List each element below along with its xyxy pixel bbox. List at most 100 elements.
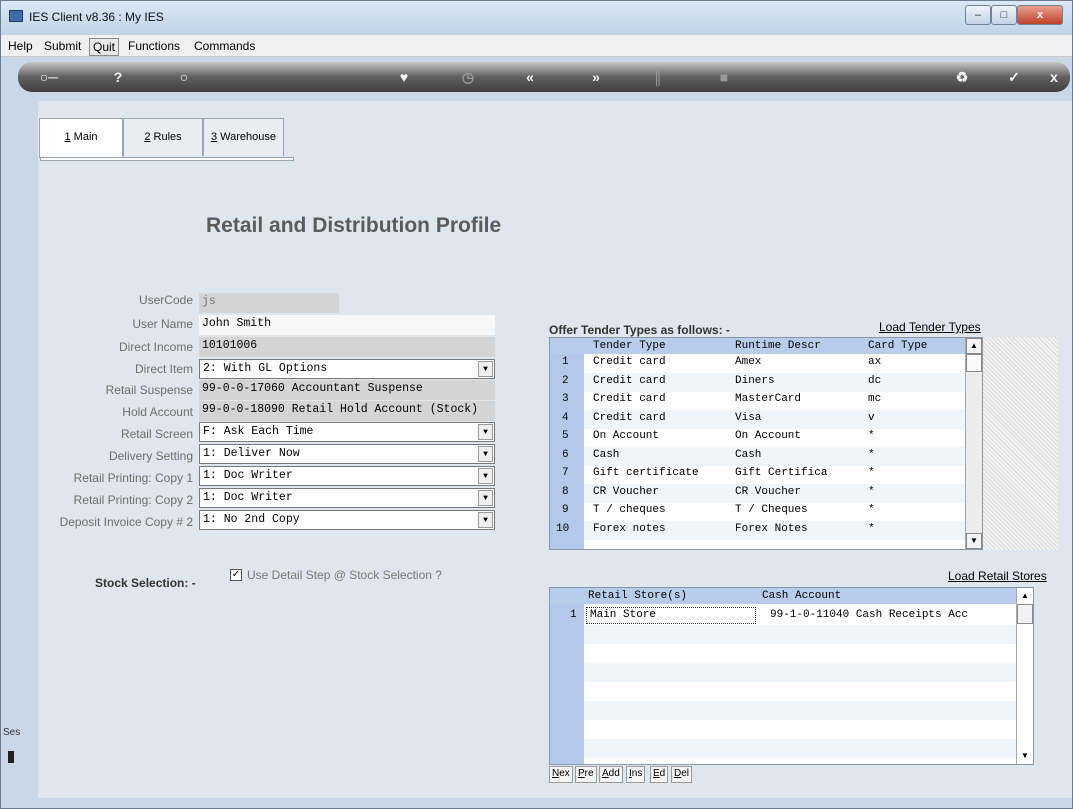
- tender-type-cell[interactable]: Gift certificate: [593, 467, 699, 479]
- page-icon[interactable]: ■: [714, 68, 734, 86]
- chevron-down-icon[interactable]: ▼: [478, 512, 493, 528]
- runtime-descr-cell[interactable]: Amex: [735, 356, 761, 368]
- runtime-descr-cell[interactable]: Visa: [735, 412, 761, 424]
- scroll-down-icon[interactable]: ▼: [1017, 748, 1033, 764]
- printing-copy2-select[interactable]: 1: Doc Writer ▼: [199, 488, 495, 508]
- tender-type-cell[interactable]: Forex notes: [593, 523, 666, 535]
- menu-functions[interactable]: Functions: [125, 38, 183, 54]
- edit-button[interactable]: Ed: [650, 766, 669, 783]
- runtime-descr-cell[interactable]: T / Cheques: [735, 504, 808, 516]
- title-bar: IES Client v8.36 : My IES – □ x: [1, 1, 1072, 35]
- tender-row-number: 4: [562, 411, 569, 424]
- printing-copy1-select[interactable]: 1: Doc Writer ▼: [199, 466, 495, 486]
- card-type-cell[interactable]: *: [868, 486, 875, 498]
- menu-help[interactable]: Help: [5, 38, 36, 54]
- tender-type-cell[interactable]: Credit card: [593, 375, 666, 387]
- previous-button[interactable]: Pre: [575, 766, 597, 783]
- tab-main[interactable]: 1 Main: [39, 118, 123, 158]
- card-type-cell[interactable]: v: [868, 412, 875, 424]
- scroll-thumb[interactable]: [1017, 604, 1033, 624]
- retail-screen-select[interactable]: F: Ask Each Time ▼: [199, 422, 495, 442]
- direct-income-field[interactable]: 10101006: [199, 337, 495, 357]
- direct-item-select[interactable]: 2: With GL Options ▼: [199, 359, 495, 379]
- app-icon: [9, 10, 23, 22]
- edit-key: E: [653, 768, 660, 779]
- next-button[interactable]: Nex: [549, 766, 573, 783]
- runtime-descr-cell[interactable]: Cash: [735, 449, 761, 461]
- forward-icon[interactable]: »: [586, 68, 606, 86]
- store-cash-account-cell[interactable]: 99-1-0-11040 Cash Receipts Acc: [770, 609, 968, 621]
- card-type-cell[interactable]: mc: [868, 393, 881, 405]
- chevron-down-icon[interactable]: ▼: [478, 468, 493, 484]
- insert-button[interactable]: Ins: [626, 766, 646, 783]
- retail-suspense-field[interactable]: 99-0-0-17060 Accountant Suspense: [199, 380, 495, 400]
- store-name-cell[interactable]: Main Store: [586, 607, 756, 624]
- scroll-up-icon[interactable]: ▲: [966, 338, 982, 354]
- card-type-cell[interactable]: *: [868, 467, 875, 479]
- delivery-setting-select[interactable]: 1: Deliver Now ▼: [199, 444, 495, 464]
- chevron-down-icon[interactable]: ▼: [478, 361, 493, 377]
- card-type-cell[interactable]: *: [868, 504, 875, 516]
- tab-warehouse[interactable]: 3 Warehouse: [203, 118, 284, 156]
- direct-item-label: Direct Item: [134, 362, 193, 376]
- chevron-down-icon[interactable]: ▼: [478, 490, 493, 506]
- insert-label: ns: [631, 768, 643, 779]
- menu-quit[interactable]: Quit: [89, 38, 120, 56]
- chevron-down-icon[interactable]: ▼: [478, 446, 493, 462]
- tender-scrollbar[interactable]: ▲ ▼: [965, 338, 982, 549]
- card-type-cell[interactable]: *: [868, 523, 875, 535]
- runtime-descr-cell[interactable]: On Account: [735, 430, 801, 442]
- close-circle-icon[interactable]: x: [1044, 68, 1064, 86]
- menu-submit[interactable]: Submit: [41, 38, 84, 54]
- card-type-cell[interactable]: dc: [868, 375, 881, 387]
- retail-screen-value: F: Ask Each Time: [203, 425, 314, 438]
- heart-icon[interactable]: ♥: [394, 68, 414, 86]
- card-type-cell[interactable]: ax: [868, 356, 881, 368]
- clock-icon[interactable]: ◷: [458, 68, 478, 86]
- tender-type-cell[interactable]: T / cheques: [593, 504, 666, 516]
- runtime-descr-cell[interactable]: Diners: [735, 375, 775, 387]
- runtime-descr-cell[interactable]: Gift Certifica: [735, 467, 827, 479]
- deposit-copy2-select[interactable]: 1: No 2nd Copy ▼: [199, 510, 495, 530]
- tender-type-cell[interactable]: On Account: [593, 430, 659, 442]
- load-retail-stores-link[interactable]: Load Retail Stores: [948, 569, 1047, 583]
- rewind-icon[interactable]: «: [520, 68, 540, 86]
- chevron-down-icon[interactable]: ▼: [478, 424, 493, 440]
- delete-button[interactable]: Del: [671, 766, 693, 783]
- detail-step-checkbox[interactable]: ✓: [230, 569, 242, 581]
- direct-item-value: 2: With GL Options: [203, 362, 328, 375]
- runtime-descr-cell[interactable]: Forex Notes: [735, 523, 808, 535]
- tender-type-cell[interactable]: Credit card: [593, 412, 666, 424]
- search-icon[interactable]: ○: [174, 68, 194, 86]
- key-icon[interactable]: ○─: [32, 68, 66, 86]
- maximize-button[interactable]: □: [991, 5, 1017, 25]
- runtime-descr-cell[interactable]: MasterCard: [735, 393, 801, 405]
- menu-commands[interactable]: Commands: [191, 38, 258, 54]
- tender-type-cell[interactable]: Credit card: [593, 393, 666, 405]
- stores-scrollbar[interactable]: ▲ ▼: [1016, 588, 1033, 764]
- card-type-cell[interactable]: *: [868, 430, 875, 442]
- runtime-descr-cell[interactable]: CR Voucher: [735, 486, 801, 498]
- minimize-button[interactable]: –: [965, 5, 991, 25]
- usercode-field[interactable]: js: [199, 293, 339, 313]
- tender-type-cell[interactable]: Credit card: [593, 356, 666, 368]
- tab-rules[interactable]: 2 Rules: [123, 118, 203, 156]
- scroll-down-icon[interactable]: ▼: [966, 533, 982, 549]
- delivery-setting-value: 1: Deliver Now: [203, 447, 300, 460]
- scroll-thumb[interactable]: [966, 354, 982, 372]
- help-icon[interactable]: ?: [108, 68, 128, 86]
- hold-account-field[interactable]: 99-0-0-18090 Retail Hold Account (Stock): [199, 401, 495, 421]
- card-type-cell[interactable]: *: [868, 449, 875, 461]
- close-button[interactable]: x: [1017, 5, 1063, 25]
- check-icon[interactable]: ✓: [1004, 68, 1024, 86]
- recycle-icon[interactable]: ♻: [952, 68, 972, 86]
- delivery-setting-label: Delivery Setting: [108, 449, 193, 463]
- scroll-up-icon[interactable]: ▲: [1017, 588, 1033, 604]
- grid-nav-bar: Nex Pre Add Ins Ed Del: [549, 766, 749, 784]
- add-button[interactable]: Add: [599, 766, 623, 783]
- tree-icon[interactable]: ║: [648, 68, 668, 86]
- user-name-field[interactable]: John Smith: [199, 315, 495, 335]
- tender-type-cell[interactable]: Cash: [593, 449, 619, 461]
- tender-type-cell[interactable]: CR Voucher: [593, 486, 659, 498]
- load-tender-types-link[interactable]: Load Tender Types: [879, 320, 981, 334]
